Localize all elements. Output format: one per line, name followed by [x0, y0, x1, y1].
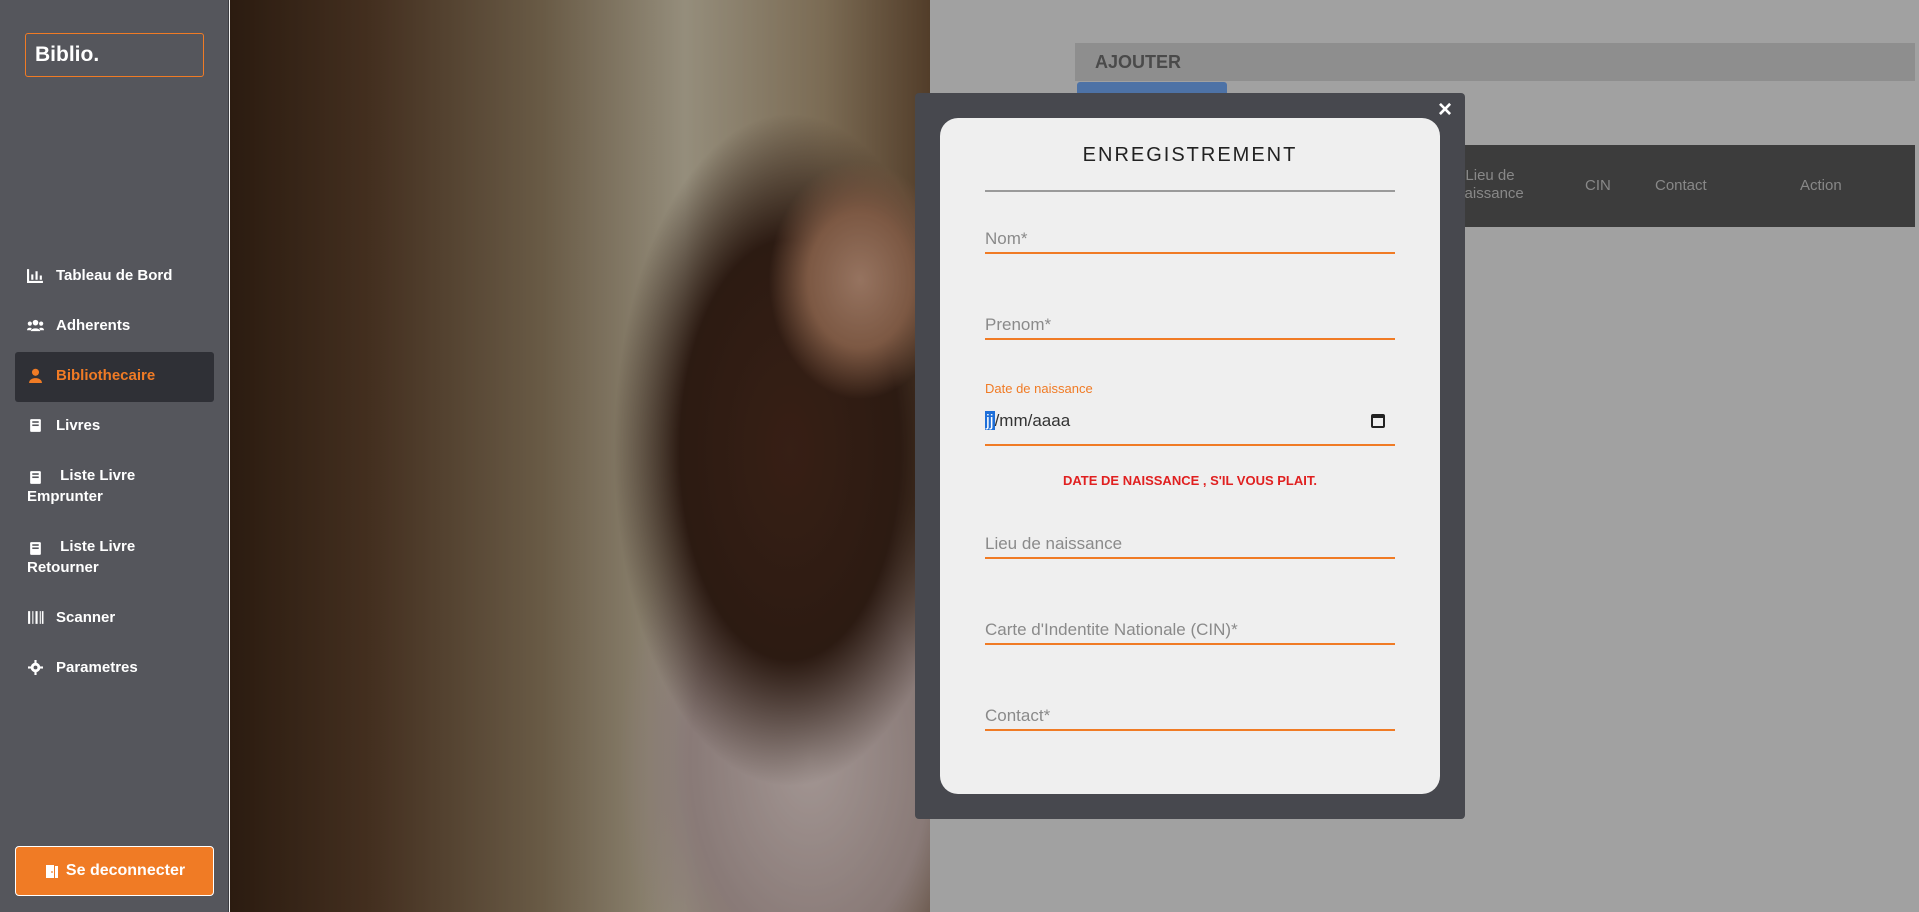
sidebar-nav: Tableau de Bord Adherents Bibliothecaire… [15, 252, 214, 694]
sidebar: Biblio. Tableau de Bord Adherents Biblio… [0, 0, 229, 912]
date-error-message: DATE DE NAISSANCE , S'IL VOUS PLAIT. [1063, 473, 1317, 488]
sidebar-item-liste-livre-emprunter[interactable]: Liste Livre Emprunter [15, 452, 214, 523]
prenom-field[interactable] [985, 312, 1395, 340]
app-logo[interactable]: Biblio. [25, 33, 204, 77]
users-icon [27, 319, 44, 332]
sidebar-item-adherents[interactable]: Adherents [15, 302, 214, 352]
user-icon [29, 368, 42, 383]
lieu-field[interactable] [985, 531, 1395, 559]
table-header-contact: Contact [1655, 177, 1707, 194]
contact-input[interactable] [985, 703, 1395, 729]
book-icon [30, 471, 41, 484]
title-divider [985, 190, 1395, 192]
logout-button[interactable]: Se deconnecter [15, 846, 214, 896]
close-icon[interactable]: × [1434, 98, 1456, 122]
background-photo [230, 0, 930, 912]
sidebar-item-label: Scanner [56, 609, 116, 626]
sidebar-item-tableau-de-bord[interactable]: Tableau de Bord [15, 252, 214, 302]
registration-modal: ENREGISTREMENT Date de naissance jj/mm/a… [940, 118, 1440, 794]
date-input[interactable]: jj/mm/aaaa [985, 411, 1070, 431]
sidebar-item-scanner[interactable]: Scanner [15, 594, 214, 644]
add-panel-header: AJOUTER [1075, 43, 1915, 81]
date-rest-segment[interactable]: /mm/aaaa [995, 411, 1071, 430]
table-header-lieu: Lieu de naissance [1456, 167, 1524, 202]
sidebar-item-label: Adherents [56, 317, 131, 334]
sidebar-item-label: Parametres [56, 659, 138, 676]
date-field[interactable]: jj/mm/aaaa [985, 408, 1395, 446]
gear-icon [28, 660, 43, 675]
nom-input[interactable] [985, 226, 1395, 252]
chart-icon [27, 269, 43, 283]
sidebar-item-bibliothecaire[interactable]: Bibliothecaire [15, 352, 214, 402]
add-panel-title: AJOUTER [1095, 52, 1182, 72]
sidebar-item-livres[interactable]: Livres [15, 402, 214, 452]
sidebar-item-label: Livres [56, 417, 101, 434]
sidebar-item-label: Bibliothecaire [56, 367, 156, 384]
cin-input[interactable] [985, 617, 1395, 643]
door-icon [45, 865, 58, 878]
barcode-icon [28, 611, 44, 624]
contact-field[interactable] [985, 703, 1395, 731]
prenom-input[interactable] [985, 312, 1395, 338]
table-header-action: Action [1800, 177, 1842, 194]
book-icon [30, 419, 41, 432]
cin-field[interactable] [985, 617, 1395, 645]
sidebar-item-parametres[interactable]: Parametres [15, 644, 214, 694]
date-label: Date de naissance [985, 381, 1093, 396]
modal-title: ENREGISTREMENT [1082, 144, 1298, 166]
sidebar-item-liste-livre-retourner[interactable]: Liste Livre Retourner [15, 523, 214, 594]
nom-field[interactable] [985, 226, 1395, 254]
book-icon [30, 542, 41, 555]
table-header-cin: CIN [1585, 177, 1611, 194]
logout-label: Se deconnecter [65, 862, 186, 879]
lieu-input[interactable] [985, 531, 1395, 557]
date-day-segment[interactable]: jj [985, 411, 995, 430]
sidebar-item-label: Tableau de Bord [56, 267, 173, 284]
calendar-icon[interactable] [1371, 414, 1385, 428]
